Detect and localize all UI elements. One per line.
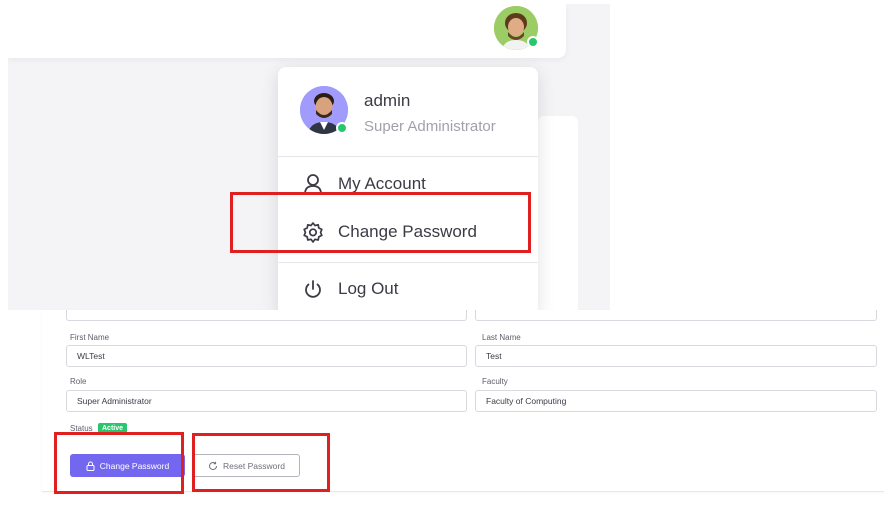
menu-item-change-password[interactable]: Change Password — [278, 210, 538, 254]
role-field[interactable]: Super Administrator — [66, 390, 467, 412]
menu-item-log-out[interactable]: Log Out — [278, 267, 538, 310]
last-name-field[interactable]: Test — [475, 345, 877, 367]
user-dropdown-menu: admin Super Administrator My Account Cha… — [278, 67, 538, 310]
menu-item-label: Log Out — [338, 279, 399, 298]
reset-password-button[interactable]: Reset Password — [193, 454, 300, 477]
lock-icon — [86, 461, 95, 471]
power-icon — [305, 280, 321, 298]
last-name-label: Last Name — [482, 333, 521, 342]
status-label: Status — [70, 424, 93, 433]
navbar-online-status-dot — [527, 36, 539, 48]
faculty-label: Faculty — [482, 377, 508, 386]
cut-off-input[interactable] — [66, 310, 467, 321]
top-navbar — [8, 4, 566, 58]
first-name-field[interactable]: WLTest — [66, 345, 467, 367]
menu-item-my-account[interactable]: My Account — [278, 162, 538, 206]
top-screenshot: admin Super Administrator My Account Cha… — [8, 4, 610, 310]
composite-screenshot: admin Super Administrator My Account Cha… — [0, 0, 884, 510]
gear-icon — [303, 222, 323, 243]
menu-item-label: Change Password — [338, 222, 477, 241]
change-password-button-label: Change Password — [99, 460, 170, 471]
dropdown-divider — [278, 156, 538, 157]
status-badge: Active — [98, 423, 128, 434]
role-label: Role — [70, 377, 87, 386]
profile-form-panel: First Name WLTest Last Name Test Role Su… — [42, 310, 884, 492]
reset-password-button-label: Reset Password — [223, 460, 285, 471]
refresh-icon — [209, 461, 218, 470]
dropdown-online-status-dot — [336, 122, 348, 134]
first-name-label: First Name — [70, 333, 110, 342]
user-icon — [304, 174, 322, 195]
menu-item-label: My Account — [338, 174, 426, 193]
faculty-field[interactable]: Faculty of Computing — [475, 390, 877, 412]
cut-off-input[interactable] — [475, 310, 877, 321]
dropdown-divider — [278, 262, 538, 263]
background-card — [538, 116, 578, 310]
dropdown-user-name: admin — [364, 91, 411, 110]
dropdown-user-role: Super Administrator — [364, 118, 496, 135]
change-password-button[interactable]: Change Password — [70, 454, 185, 477]
